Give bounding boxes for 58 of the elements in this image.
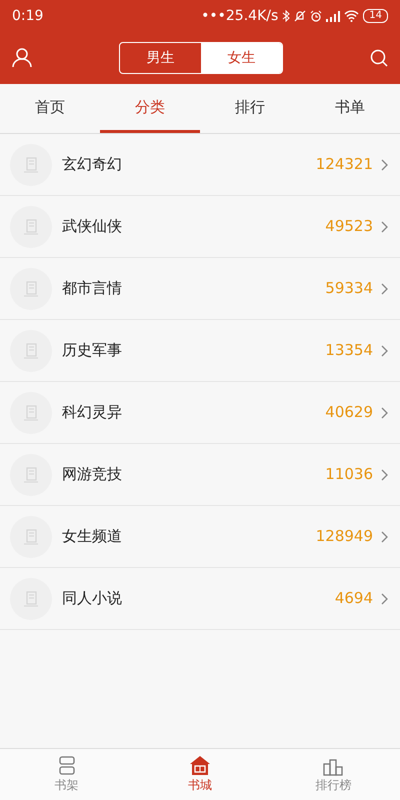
book-count: 11036 [325, 464, 373, 486]
category-name: 同人小说 [62, 588, 122, 610]
gender-tab[interactable]: 女生 [201, 43, 282, 73]
nav-tab[interactable]: 首页 [0, 84, 100, 133]
chevron-right-icon [381, 468, 388, 480]
book-count: 13354 [325, 340, 373, 362]
book-icon [10, 516, 52, 558]
category-row[interactable]: 武侠仙侠 49523 [0, 196, 400, 258]
category-row[interactable]: 科幻灵异 40629 [0, 382, 400, 444]
category-name: 武侠仙侠 [62, 216, 122, 238]
category-name: 历史军事 [62, 340, 122, 362]
chevron-right-icon [381, 592, 388, 604]
category-name: 科幻灵异 [62, 402, 122, 424]
search-icon[interactable] [370, 49, 388, 67]
category-row[interactable]: 同人小说 4694 [0, 568, 400, 630]
nav-tab[interactable]: 分类 [100, 84, 200, 133]
nav-tab[interactable]: 书单 [300, 84, 400, 133]
category-row[interactable]: 都市言情 59334 [0, 258, 400, 320]
book-count: 40629 [325, 402, 373, 424]
category-row[interactable]: 网游竞技 11036 [0, 444, 400, 506]
book-icon [10, 392, 52, 434]
bottom-nav-item[interactable]: 书城 [133, 749, 267, 800]
book-count: 59334 [325, 278, 373, 300]
gender-tab[interactable]: 男生 [120, 43, 201, 73]
category-name: 都市言情 [62, 278, 122, 300]
chevron-right-icon [381, 158, 388, 170]
chevron-right-icon [381, 406, 388, 418]
status-time: 0:19 [12, 6, 44, 26]
book-icon [10, 206, 52, 248]
book-count: 49523 [325, 216, 373, 238]
battery-level: 14 [363, 9, 388, 23]
book-icon [10, 454, 52, 496]
chevron-right-icon [381, 530, 388, 542]
category-name: 网游竞技 [62, 464, 122, 486]
category-row[interactable]: 玄幻奇幻 124321 [0, 134, 400, 196]
category-row[interactable]: 女生频道 128949 [0, 506, 400, 568]
book-icon [10, 268, 52, 310]
alarm-icon [310, 10, 322, 22]
book-icon [10, 330, 52, 372]
book-count: 124321 [316, 154, 373, 176]
chevron-right-icon [381, 344, 388, 356]
book-count: 128949 [316, 526, 373, 548]
store-icon [188, 755, 211, 776]
bluetooth-icon [282, 10, 290, 22]
book-icon [10, 578, 52, 620]
category-name: 女生频道 [62, 526, 122, 548]
book-icon [10, 144, 52, 186]
category-row[interactable]: 历史军事 13354 [0, 320, 400, 382]
wifi-icon [344, 10, 360, 22]
bell-off-icon [294, 10, 306, 22]
signal-icon [326, 10, 340, 22]
nav-tab[interactable]: 排行 [200, 84, 300, 133]
category-name: 玄幻奇幻 [62, 154, 122, 176]
chevron-right-icon [381, 220, 388, 232]
chevron-right-icon [381, 282, 388, 294]
network-speed: •••25.4K/s [201, 6, 278, 26]
book-count: 4694 [334, 588, 373, 610]
user-icon[interactable] [12, 48, 32, 68]
